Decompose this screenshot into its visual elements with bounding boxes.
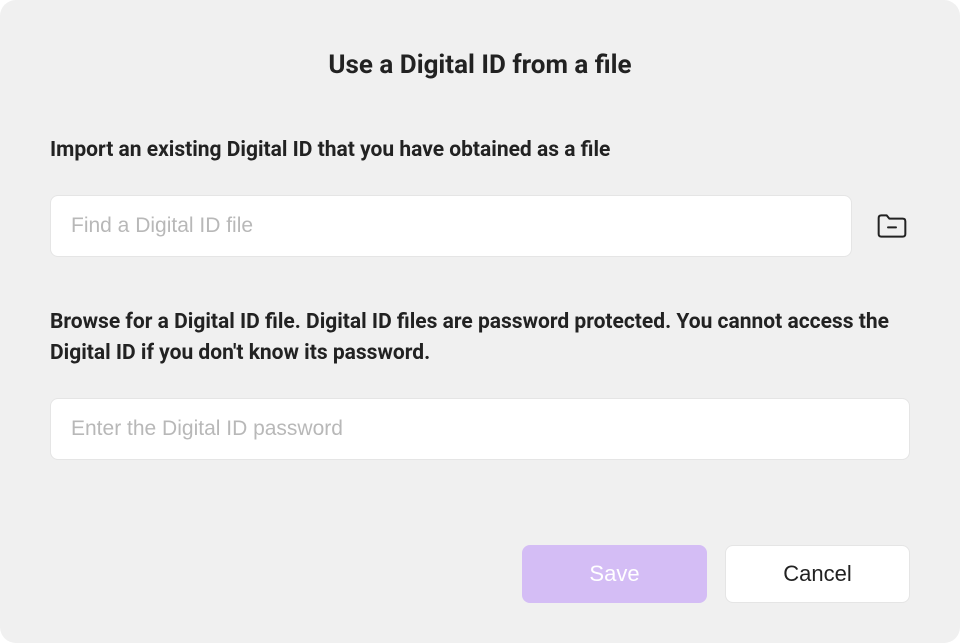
password-input-wrapper (50, 398, 910, 460)
file-input-row (50, 195, 910, 257)
save-button[interactable]: Save (522, 545, 707, 603)
digital-id-dialog: Use a Digital ID from a file Import an e… (0, 0, 960, 643)
browse-file-button[interactable] (874, 208, 910, 244)
digital-id-file-input[interactable] (50, 195, 852, 257)
folder-icon (876, 212, 908, 240)
import-section-label: Import an existing Digital ID that you h… (50, 135, 910, 167)
dialog-button-row: Save Cancel (50, 545, 910, 603)
cancel-button[interactable]: Cancel (725, 545, 910, 603)
browse-section-label: Browse for a Digital ID file. Digital ID… (50, 307, 910, 370)
digital-id-password-input[interactable] (50, 398, 910, 460)
dialog-title: Use a Digital ID from a file (50, 50, 910, 80)
